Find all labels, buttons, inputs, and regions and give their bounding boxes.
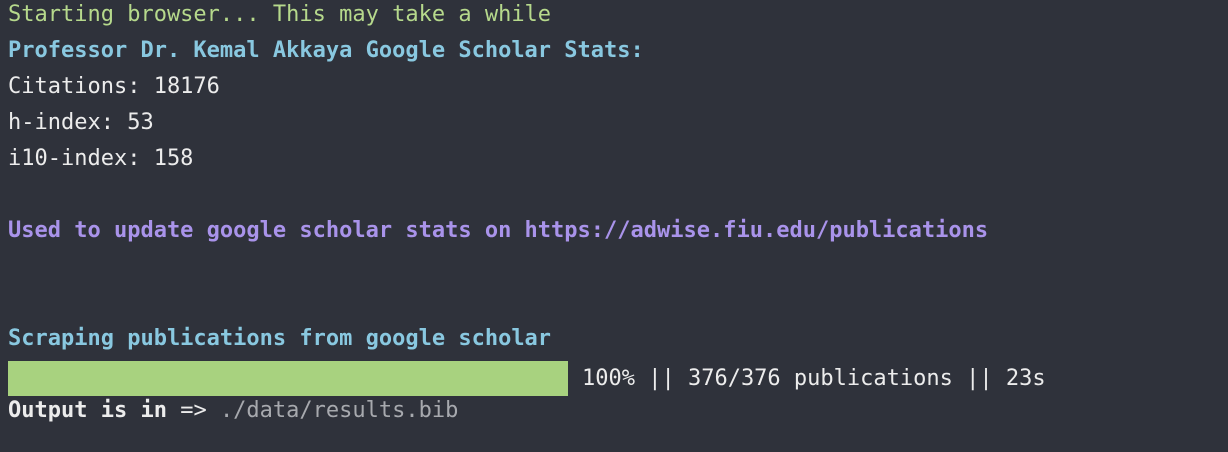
update-note-line: Used to update google scholar stats on h…: [8, 218, 989, 243]
progress-bar: [8, 360, 568, 396]
h-index-line: h-index: 53: [8, 110, 154, 135]
output-path: ./data/results.bib: [219, 398, 459, 423]
output-label: Output is in: [8, 398, 167, 423]
scraping-line: Scraping publications from google schola…: [8, 326, 552, 351]
starting-browser-line: Starting browser... This may take a whil…: [8, 2, 552, 27]
citations-line: Citations: 18176: [8, 74, 220, 99]
stats-title-line: Professor Dr. Kemal Akkaya Google Schola…: [8, 38, 644, 63]
progress-row: 100% || 376/376 publications || 23s: [8, 360, 1220, 396]
i10-index-line: i10-index: 158: [8, 146, 194, 171]
progress-bar-fill: [8, 360, 568, 396]
progress-text: 100% || 376/376 publications || 23s: [582, 365, 1046, 391]
output-line: Output is in => ./data/results.bib: [8, 396, 1220, 432]
output-arrow: =>: [166, 398, 220, 423]
terminal-window: Starting browser... This may take a whil…: [0, 0, 1228, 452]
